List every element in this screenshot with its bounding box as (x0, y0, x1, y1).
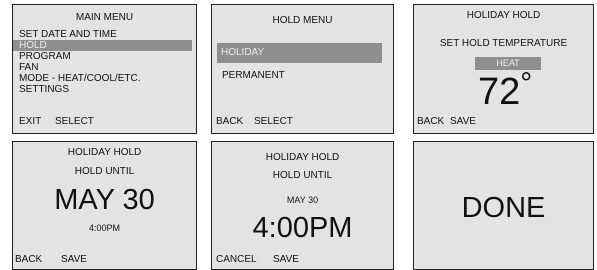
save-softkey[interactable]: SAVE (450, 117, 476, 127)
menu-item-settings[interactable]: SETTINGS (13, 84, 192, 95)
menu-item-set-date-and-time[interactable]: SET DATE AND TIME (13, 29, 192, 40)
screen-subtitle: HOLD UNTIL (272, 170, 333, 181)
screen-subtitle: SET HOLD TEMPERATURE (439, 38, 568, 49)
menu-item-fan[interactable]: FAN (13, 62, 192, 73)
holiday-hold-time-screen: HOLIDAY HOLD HOLD UNTIL MAY 30 4:00PM CA… (211, 141, 394, 270)
hold-until-date[interactable]: MAY 30 (13, 186, 196, 215)
save-softkey[interactable]: SAVE (61, 255, 87, 265)
menu-item-holiday[interactable]: HOLIDAY (217, 43, 382, 63)
holiday-hold-temperature-screen: HOLIDAY HOLD SET HOLD TEMPERATURE HEAT 7… (413, 4, 594, 134)
screen-title: HOLIDAY HOLD (67, 147, 142, 158)
cancel-softkey[interactable]: CANCEL (216, 255, 257, 265)
hold-until-date: MAY 30 (286, 195, 319, 205)
menu-item-hold[interactable]: HOLD (13, 40, 192, 51)
menu-item-mode[interactable]: MODE - HEAT/COOL/ETC. (13, 73, 192, 84)
temperature-value[interactable]: 72° (478, 69, 532, 113)
hold-until-time: 4:00PM (88, 223, 121, 233)
back-softkey[interactable]: BACK (417, 117, 444, 127)
menu-item-label: HOLIDAY (221, 47, 265, 58)
select-softkey[interactable]: SELECT (254, 117, 293, 127)
menu-item-permanent[interactable]: PERMANENT (222, 71, 285, 81)
screen-title: MAIN MENU (75, 12, 134, 23)
temperature-number: 72 (478, 71, 521, 113)
main-menu-screen: MAIN MENU SET DATE AND TIME HOLD PROGRAM… (12, 4, 197, 134)
back-softkey[interactable]: BACK (15, 255, 42, 265)
screen-title: HOLIDAY HOLD (265, 152, 340, 163)
holiday-hold-date-screen: HOLIDAY HOLD HOLD UNTIL MAY 30 4:00PM BA… (12, 141, 197, 270)
degree-symbol: ° (520, 67, 533, 100)
back-softkey[interactable]: BACK (216, 117, 243, 127)
done-screen: DONE (413, 141, 594, 270)
exit-softkey[interactable]: EXIT (19, 117, 41, 127)
save-softkey[interactable]: SAVE (273, 255, 299, 265)
screen-title: HOLD MENU (272, 15, 333, 26)
select-softkey[interactable]: SELECT (55, 117, 94, 127)
done-message: DONE (461, 192, 546, 224)
screen-title: HOLIDAY HOLD (466, 10, 541, 21)
menu-item-program[interactable]: PROGRAM (13, 51, 192, 62)
screen-subtitle: HOLD UNTIL (74, 166, 135, 177)
hold-menu-screen: HOLD MENU HOLIDAY PERMANENT BACK SELECT (211, 4, 394, 134)
hold-until-time[interactable]: 4:00PM (212, 214, 393, 243)
